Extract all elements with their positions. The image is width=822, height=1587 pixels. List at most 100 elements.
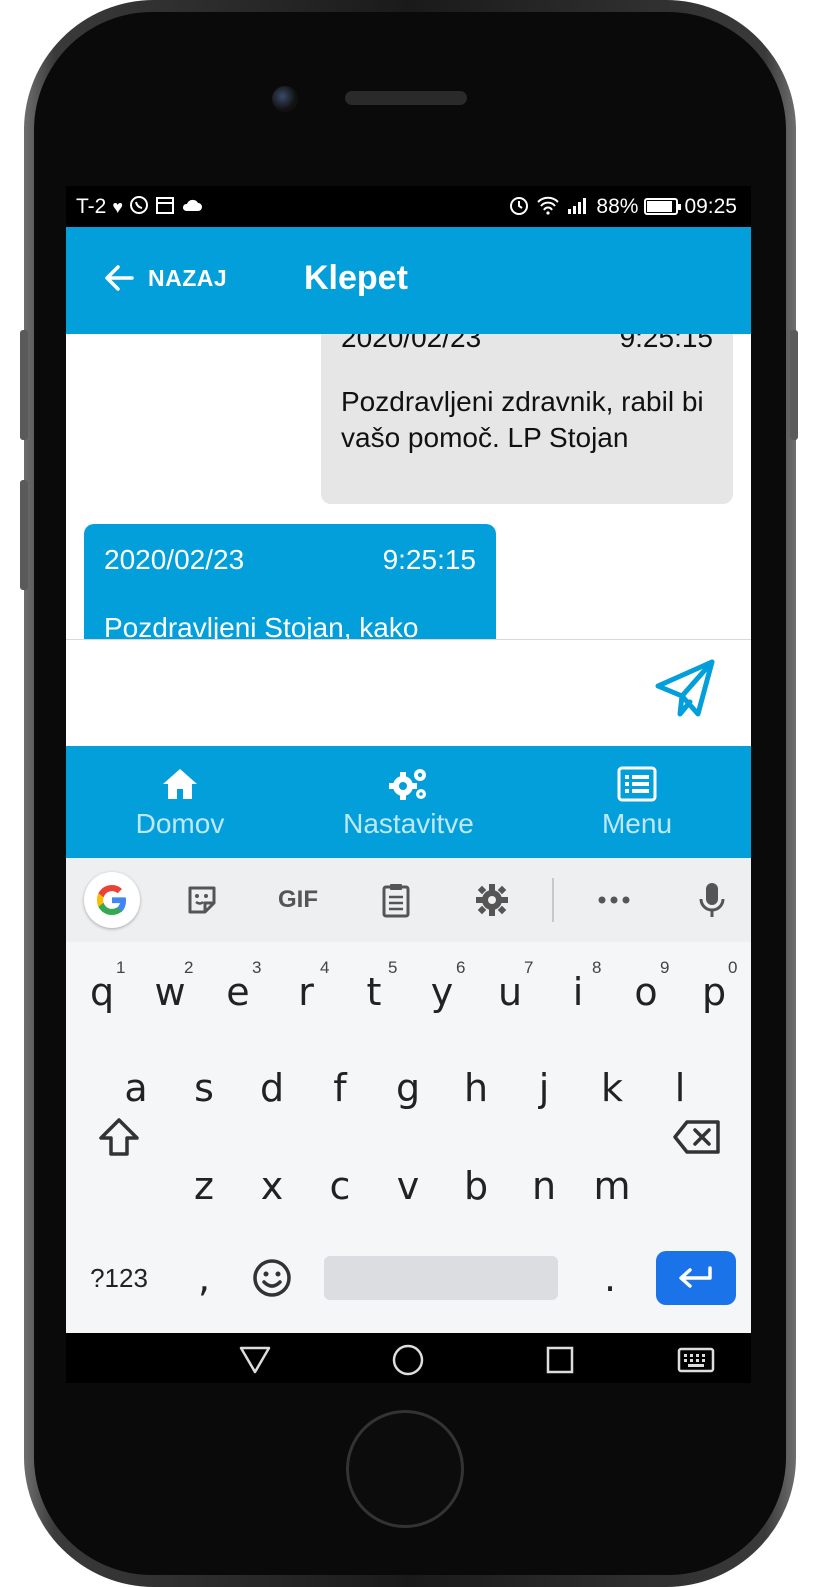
- enter-key[interactable]: [656, 1251, 736, 1305]
- shift-key[interactable]: [86, 1104, 152, 1170]
- key-hint: 5: [388, 958, 398, 977]
- back-button[interactable]: NAZAJ: [102, 261, 227, 295]
- message-composer: [66, 639, 751, 746]
- key-hint: 2: [184, 958, 194, 977]
- nav-keyboard-button[interactable]: [676, 1343, 716, 1377]
- message-meta: 2020/02/23 9:25:15: [341, 334, 713, 354]
- key-m[interactable]: m: [578, 1150, 646, 1222]
- arrow-left-icon: [105, 265, 134, 291]
- gif-button[interactable]: GIF: [270, 872, 326, 928]
- carrier-label: T-2: [76, 194, 107, 218]
- message-text: Pozdravljeni Stojan, kako: [104, 612, 419, 639]
- key-f[interactable]: f: [306, 1052, 374, 1124]
- message-time: 9:25:15: [619, 334, 713, 353]
- key-z[interactable]: z: [170, 1150, 238, 1222]
- key-hint: 8: [592, 958, 602, 977]
- key-y[interactable]: y: [408, 956, 476, 1028]
- triangle-back-icon: [239, 1346, 271, 1374]
- clock: 09:25: [684, 194, 737, 218]
- message-date: 2020/02/23: [104, 544, 245, 575]
- backspace-icon: [673, 1120, 720, 1154]
- mic-icon[interactable]: [692, 872, 732, 928]
- key-h[interactable]: h: [442, 1052, 510, 1124]
- key-hint: 1: [116, 958, 126, 977]
- circle-home-icon: [392, 1344, 424, 1376]
- sticker-icon[interactable]: [180, 872, 224, 928]
- key-w[interactable]: w: [136, 956, 204, 1028]
- wifi-icon: [536, 195, 560, 218]
- nav-back-button[interactable]: [238, 1343, 272, 1377]
- battery-fill: [647, 201, 673, 212]
- on-screen-keyboard: q1w2e3r4t5y6u7i8o9p0 asdfghjkl zxcvbnm ?…: [66, 942, 751, 1333]
- message-input[interactable]: [76, 650, 636, 736]
- key-b[interactable]: b: [442, 1150, 510, 1222]
- square-recents-icon: [546, 1346, 574, 1374]
- android-nav-bar: [66, 1333, 751, 1383]
- more-icon[interactable]: [592, 872, 636, 928]
- key-c[interactable]: c: [306, 1150, 374, 1222]
- key-k[interactable]: k: [578, 1052, 646, 1124]
- key-p[interactable]: p: [680, 956, 748, 1028]
- key-q[interactable]: q: [68, 956, 136, 1028]
- nav-item-menu[interactable]: Menu: [523, 746, 751, 858]
- front-camera: [272, 86, 298, 112]
- key-hint: 9: [660, 958, 670, 977]
- status-bar: T-2 ♥ 88% 09:25: [66, 186, 751, 227]
- calendar-icon: [155, 195, 175, 218]
- send-button[interactable]: [652, 656, 718, 722]
- nav-label: Nastavitve: [343, 808, 474, 839]
- symbols-key[interactable]: ?123: [80, 1248, 158, 1308]
- viber-icon: [129, 195, 149, 218]
- nav-home-button[interactable]: [391, 1343, 425, 1377]
- key-j[interactable]: j: [510, 1052, 578, 1124]
- shift-icon: [99, 1118, 139, 1156]
- settings-icon[interactable]: [470, 872, 514, 928]
- toolbar-divider: [552, 878, 554, 922]
- back-label: NAZAJ: [148, 264, 228, 291]
- bottom-navigation: Domov Nastavitve Menu: [66, 746, 751, 858]
- key-hint: 0: [728, 958, 738, 977]
- gif-label: GIF: [278, 886, 318, 913]
- signal-icon: [566, 195, 590, 218]
- period-key[interactable]: .: [590, 1248, 630, 1308]
- clipboard-icon[interactable]: [374, 872, 418, 928]
- comma-key[interactable]: ,: [184, 1248, 224, 1308]
- nav-item-domov[interactable]: Domov: [66, 746, 294, 858]
- key-o[interactable]: o: [612, 956, 680, 1028]
- nav-item-nastavitve[interactable]: Nastavitve: [294, 746, 523, 858]
- message-text: Pozdravljeni zdravnik, rabil bi vašo pom…: [341, 386, 704, 453]
- key-hint: 6: [456, 958, 466, 977]
- space-key[interactable]: [324, 1256, 558, 1300]
- keyboard-toolbar: GIF: [66, 858, 751, 942]
- volume-up-button: [20, 480, 28, 590]
- alarm-icon: [508, 194, 530, 219]
- key-e[interactable]: e: [204, 956, 272, 1028]
- key-hint: 4: [320, 958, 330, 977]
- emoji-key[interactable]: [242, 1248, 302, 1308]
- key-d[interactable]: d: [238, 1052, 306, 1124]
- key-x[interactable]: x: [238, 1150, 306, 1222]
- key-v[interactable]: v: [374, 1150, 442, 1222]
- backspace-key[interactable]: [662, 1104, 732, 1170]
- key-s[interactable]: s: [170, 1052, 238, 1124]
- message-bubble-outgoing: 2020/02/23 9:25:15 Pozdravljeni zdravnik…: [321, 334, 733, 504]
- gears-icon: [388, 764, 430, 804]
- nav-label: Domov: [135, 808, 225, 839]
- mute-switch: [20, 330, 28, 440]
- list-icon: [617, 764, 657, 804]
- key-n[interactable]: n: [510, 1150, 578, 1222]
- key-hint: 3: [252, 958, 262, 977]
- keyboard-icon: [677, 1347, 715, 1373]
- message-meta: 2020/02/23 9:25:15: [104, 544, 476, 576]
- key-u[interactable]: u: [476, 956, 544, 1028]
- chat-message-list[interactable]: 2020/02/23 9:25:15 Pozdravljeni zdravnik…: [66, 334, 751, 639]
- key-g[interactable]: g: [374, 1052, 442, 1124]
- paper-plane-icon: [655, 659, 715, 717]
- google-icon[interactable]: [84, 872, 140, 928]
- key-r[interactable]: r: [272, 956, 340, 1028]
- key-i[interactable]: i: [544, 956, 612, 1028]
- key-t[interactable]: t: [340, 956, 408, 1028]
- nav-recents-button[interactable]: [543, 1343, 577, 1377]
- home-button[interactable]: [346, 1410, 464, 1528]
- battery-icon: [644, 198, 682, 215]
